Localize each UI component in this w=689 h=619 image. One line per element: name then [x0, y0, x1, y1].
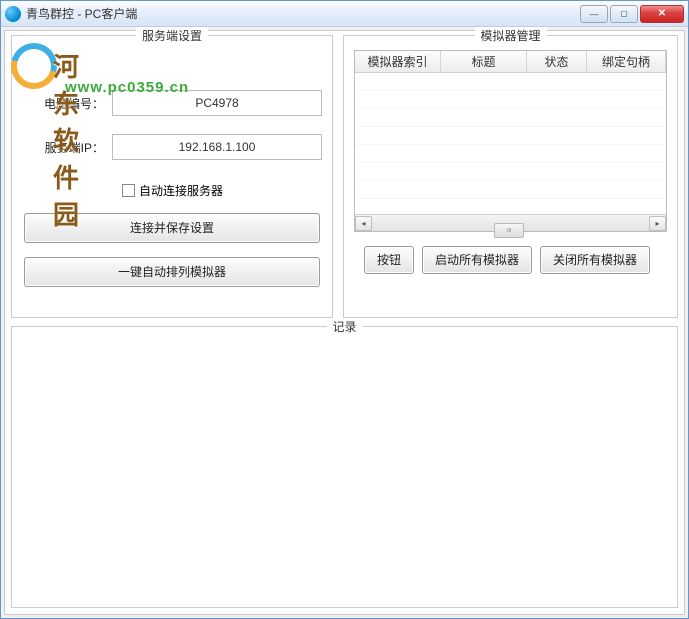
- server-ip-row: 服务端IP： 192.168.1.100: [22, 134, 322, 160]
- auto-connect-checkbox[interactable]: [122, 184, 135, 197]
- pc-id-row: 电脑编号： PC4978: [22, 90, 322, 116]
- col-title[interactable]: 标题: [441, 51, 527, 72]
- window-controls: [580, 5, 684, 23]
- auto-connect-label: 自动连接服务器: [139, 182, 223, 199]
- maximize-button[interactable]: [610, 5, 638, 23]
- app-window: 青鸟群控 - PC客户端 服务端设置 电脑编号： PC4978 服务端IP： 1…: [0, 0, 689, 619]
- horizontal-scrollbar[interactable]: ◂ ▸: [355, 214, 666, 231]
- log-group: 记录: [11, 326, 678, 608]
- col-status[interactable]: 状态: [527, 51, 587, 72]
- scroll-left-button[interactable]: ◂: [355, 216, 372, 231]
- window-title: 青鸟群控 - PC客户端: [26, 5, 580, 22]
- auto-connect-row[interactable]: 自动连接服务器: [122, 182, 322, 199]
- arrange-emulators-button[interactable]: 一键自动排列模拟器: [24, 257, 320, 287]
- minimize-button[interactable]: [580, 5, 608, 23]
- emulator-table[interactable]: 模拟器索引 标题 状态 绑定句柄 ◂ ▸: [354, 50, 667, 232]
- scroll-right-button[interactable]: ▸: [649, 216, 666, 231]
- connect-save-button[interactable]: 连接并保存设置: [24, 213, 320, 243]
- client-area: 服务端设置 电脑编号： PC4978 服务端IP： 192.168.1.100 …: [4, 30, 685, 615]
- table-header: 模拟器索引 标题 状态 绑定句柄: [355, 51, 666, 73]
- app-icon: [5, 6, 21, 22]
- server-ip-input[interactable]: 192.168.1.100: [112, 134, 322, 160]
- close-button[interactable]: [640, 5, 684, 23]
- pc-id-label: 电脑编号：: [22, 95, 112, 112]
- generic-button[interactable]: 按钮: [364, 246, 414, 274]
- titlebar[interactable]: 青鸟群控 - PC客户端: [1, 1, 688, 27]
- emulator-buttons: 按钮 启动所有模拟器 关闭所有模拟器: [354, 246, 667, 274]
- server-settings-group: 服务端设置 电脑编号： PC4978 服务端IP： 192.168.1.100 …: [11, 35, 333, 318]
- scroll-thumb[interactable]: [494, 223, 524, 238]
- top-row: 服务端设置 电脑编号： PC4978 服务端IP： 192.168.1.100 …: [11, 35, 678, 318]
- pc-id-input[interactable]: PC4978: [112, 90, 322, 116]
- server-settings-title: 服务端设置: [136, 27, 208, 44]
- col-handle[interactable]: 绑定句柄: [587, 51, 666, 72]
- start-all-button[interactable]: 启动所有模拟器: [422, 246, 532, 274]
- close-all-button[interactable]: 关闭所有模拟器: [540, 246, 650, 274]
- log-title: 记录: [326, 318, 362, 335]
- emulator-manager-title: 模拟器管理: [474, 27, 546, 44]
- col-index[interactable]: 模拟器索引: [355, 51, 441, 72]
- emulator-manager-group: 模拟器管理 模拟器索引 标题 状态 绑定句柄 ◂ ▸: [343, 35, 678, 318]
- table-body[interactable]: [355, 73, 666, 214]
- server-ip-label: 服务端IP：: [22, 139, 112, 156]
